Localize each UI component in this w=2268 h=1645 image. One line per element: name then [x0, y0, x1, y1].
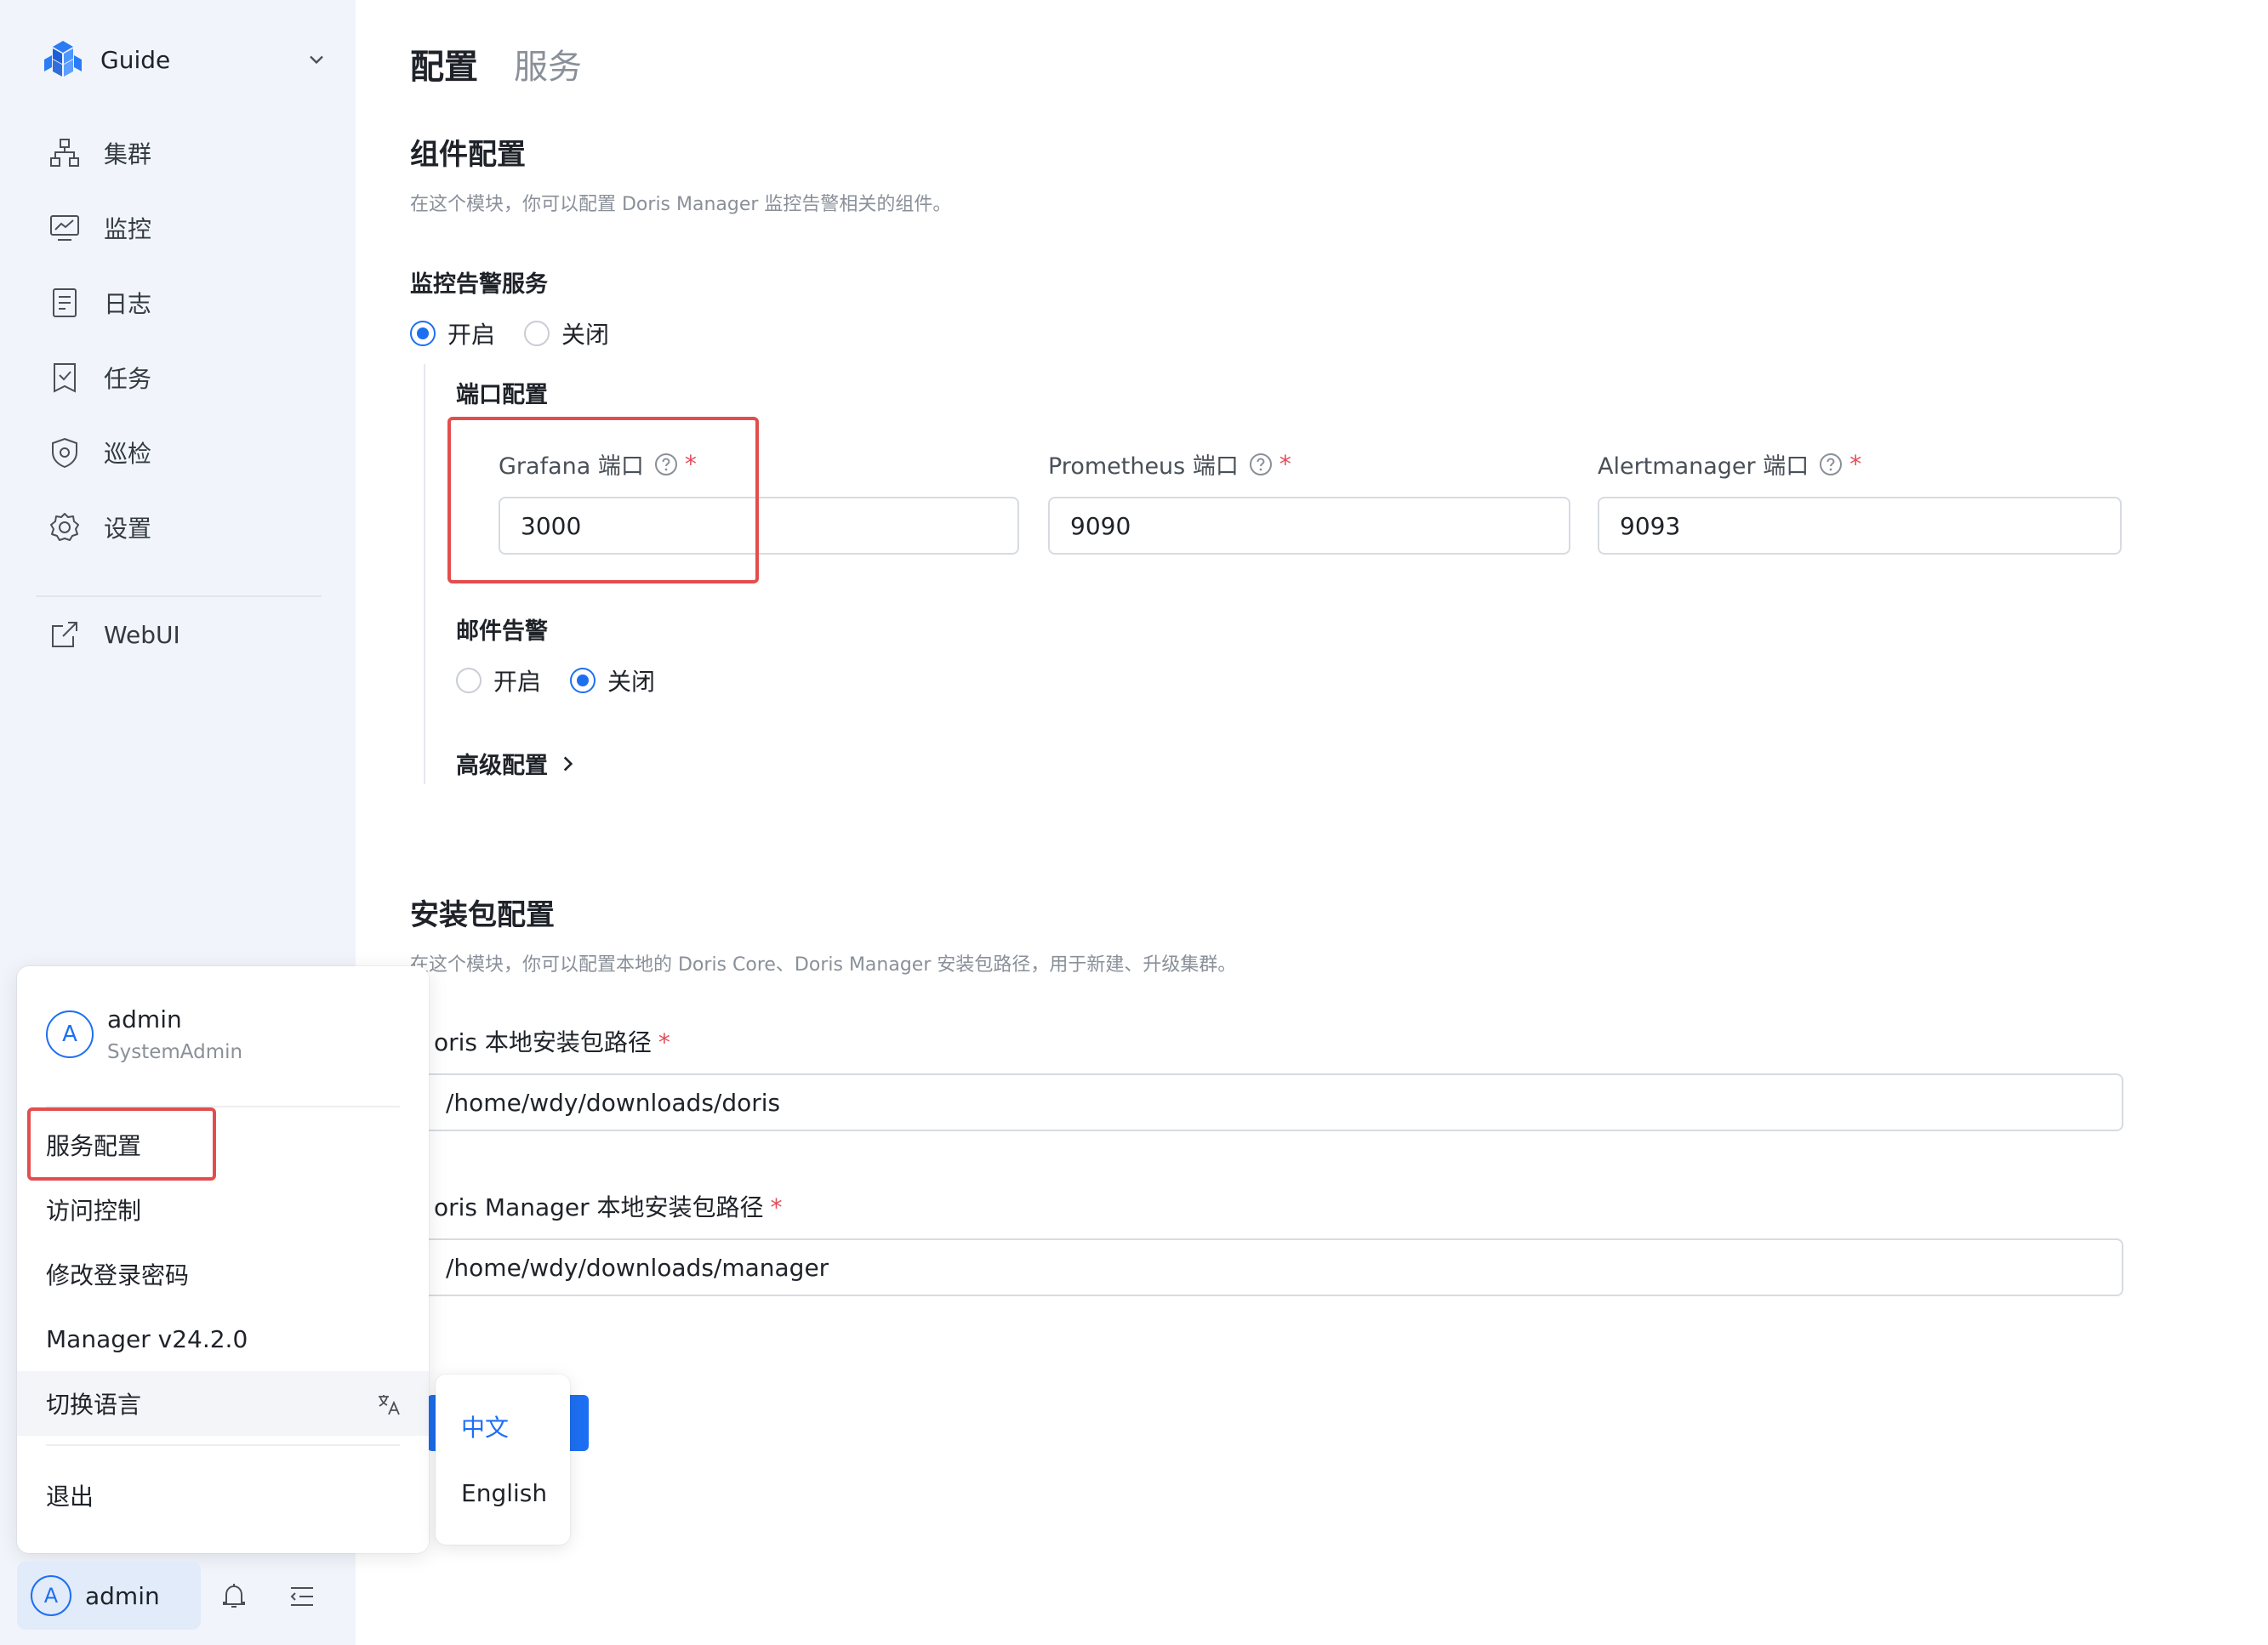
monitor-service-disable-radio[interactable]: 关闭 [524, 316, 609, 350]
radio-label: 开启 [493, 668, 542, 696]
menu-item-label: 切换语言 [46, 1391, 142, 1419]
menu-item-logout[interactable]: 退出 [17, 1463, 429, 1528]
grafana-highlight-box [447, 417, 759, 583]
external-link-icon [52, 622, 77, 647]
port-config-title: 端口配置 [456, 382, 548, 408]
advanced-config-label: 高级配置 [456, 753, 548, 779]
prometheus-port-input[interactable]: 9090 [1048, 497, 1570, 555]
doris-path-label: oris 本地安装包路径 * [434, 1024, 670, 1058]
radio-label: 开启 [447, 321, 496, 349]
language-option-chinese[interactable]: 中文 [436, 1397, 570, 1456]
component-config-desc: 在这个模块，你可以配置 Doris Manager 监控告警相关的组件。 [410, 194, 952, 215]
help-icon[interactable] [1249, 453, 1273, 476]
sidebar-item-label: 集群 [104, 140, 152, 168]
chevron-down-icon [310, 55, 323, 65]
alertmanager-port-input[interactable]: 9093 [1598, 497, 2122, 555]
monitor-service-title: 监控告警服务 [410, 271, 548, 298]
sidebar-divider [36, 595, 322, 597]
alertmanager-port-label-text: Alertmanager 端口 [1598, 453, 1809, 480]
sidebar-item-label: 日志 [104, 290, 152, 318]
radio-checked-icon [570, 668, 596, 693]
avatar: A [31, 1575, 71, 1616]
settings-icon [50, 513, 79, 541]
email-alert-enable-radio[interactable]: 开启 [456, 663, 541, 697]
required-mark: * [658, 1028, 670, 1056]
sub-panel-divider [424, 364, 425, 784]
sidebar-item-cluster[interactable]: 集群 [48, 128, 328, 179]
package-config-desc: 在这个模块，你可以配置本地的 Doris Core、Doris Manager … [410, 954, 1237, 976]
language-option-english[interactable]: English [436, 1463, 570, 1523]
alertmanager-port-label: Alertmanager 端口 * [1598, 447, 1861, 481]
monitor-service-radio-group: 开启 关闭 [410, 316, 638, 350]
doris-path-label-text: oris 本地安装包路径 [434, 1028, 652, 1056]
sidebar-item-task[interactable]: 任务 [48, 352, 328, 403]
collapse-menu-icon[interactable] [286, 1580, 318, 1613]
menu-item-switch-language[interactable]: 切换语言 [17, 1371, 429, 1436]
component-config-title: 组件配置 [410, 138, 526, 172]
required-mark: * [1279, 450, 1291, 478]
sidebar-item-webui[interactable]: WebUI [48, 609, 328, 660]
task-icon [54, 363, 76, 393]
sidebar-item-label: 监控 [104, 215, 152, 243]
user-dropdown-menu: A admin SystemAdmin 服务配置 访问控制 修改登录密码 Man… [17, 966, 429, 1553]
sidebar-item-label: 任务 [104, 365, 152, 393]
menu-divider [46, 1444, 400, 1446]
inspection-icon [52, 437, 77, 469]
doris-path-input[interactable]: /home/wdy/downloads/doris [410, 1073, 2123, 1131]
sidebar-item-label: 巡检 [104, 440, 152, 468]
email-alert-radio-group: 开启 关闭 [456, 663, 684, 697]
menu-item-access-control[interactable]: 访问控制 [17, 1177, 429, 1242]
required-mark: * [770, 1193, 783, 1221]
radio-unchecked-icon [524, 321, 550, 346]
email-alert-title: 邮件告警 [456, 618, 548, 645]
radio-unchecked-icon [456, 668, 482, 693]
required-mark: * [1849, 450, 1862, 478]
language-submenu: 中文 English [436, 1375, 570, 1545]
chevron-right-icon [563, 755, 573, 771]
menu-item-version[interactable]: Manager v24.2.0 [17, 1306, 429, 1371]
avatar: A [46, 1010, 94, 1058]
page-tabs: 配置 服务 [410, 39, 582, 88]
tab-config[interactable]: 配置 [410, 39, 478, 88]
prometheus-port-label: Prometheus 端口 * [1048, 447, 1291, 481]
user-role: SystemAdmin [107, 1041, 243, 1063]
radio-label: 关闭 [607, 668, 656, 696]
sidebar-item-log[interactable]: 日志 [48, 277, 328, 328]
user-profile-button[interactable]: A admin [17, 1562, 201, 1630]
sidebar-item-settings[interactable]: 设置 [48, 502, 328, 553]
cluster-icon [50, 139, 79, 167]
sidebar-item-label: 设置 [104, 515, 152, 543]
manager-path-input[interactable]: /home/wdy/downloads/manager [410, 1238, 2123, 1296]
user-name: admin [107, 1005, 182, 1033]
sidebar-item-inspection[interactable]: 巡检 [48, 427, 328, 478]
service-config-highlight-box [27, 1107, 216, 1181]
manager-path-label-text: oris Manager 本地安装包路径 [434, 1193, 764, 1221]
log-icon [53, 288, 77, 317]
bell-icon[interactable] [218, 1580, 250, 1613]
radio-label: 关闭 [561, 321, 610, 349]
tab-service[interactable]: 服务 [514, 39, 582, 88]
user-name: admin [85, 1581, 160, 1610]
sidebar-item-monitor[interactable]: 监控 [48, 202, 328, 253]
radio-checked-icon [410, 321, 436, 346]
menu-item-change-password[interactable]: 修改登录密码 [17, 1242, 429, 1306]
main-content: 配置 服务 组件配置 在这个模块，你可以配置 Doris Manager 监控告… [356, 0, 2268, 1645]
translate-icon [379, 1395, 400, 1415]
email-alert-disable-radio[interactable]: 关闭 [570, 663, 655, 697]
sidebar-item-label: WebUI [104, 620, 180, 649]
monitor-service-enable-radio[interactable]: 开启 [410, 316, 495, 350]
help-icon[interactable] [1819, 453, 1843, 476]
prometheus-port-label-text: Prometheus 端口 [1048, 453, 1239, 480]
cluster-name: Guide [100, 45, 171, 74]
doris-logo-icon [44, 41, 82, 77]
manager-path-label: oris Manager 本地安装包路径 * [434, 1189, 783, 1223]
package-config-title: 安装包配置 [410, 898, 555, 932]
advanced-config-toggle[interactable]: 高级配置 [456, 747, 578, 780]
monitor-icon [50, 215, 79, 241]
cluster-switcher[interactable]: Guide [43, 37, 328, 82]
